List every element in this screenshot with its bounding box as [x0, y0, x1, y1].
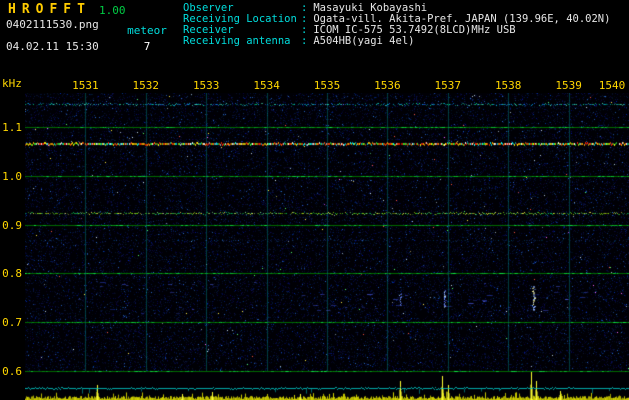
spectrogram-canvas [25, 93, 629, 400]
meteor-counter: meteor 7 [124, 24, 170, 53]
info-separator: : [301, 35, 308, 47]
meteor-mode-label: meteor [127, 24, 167, 37]
x-tick-label: 1531 [72, 79, 99, 92]
x-tick-label: 1540 [598, 79, 626, 92]
x-tick-label: 1532 [132, 79, 160, 92]
x-tick-label: 1538 [494, 79, 522, 92]
x-tick-label: 1535 [313, 79, 341, 92]
x-tick-label: 1536 [374, 79, 401, 92]
info-row-antenna: Receiving antenna: A504HB(yagi 4el) [183, 36, 610, 47]
x-tick-label: 1534 [253, 79, 280, 92]
info-label: Receiving antenna [183, 35, 291, 47]
hrofft-output-window: HROFFT 1.00 0402111530.png 04.02.11 15:3… [0, 0, 629, 400]
x-tick-label: 1533 [192, 79, 220, 92]
y-axis-unit-label: kHz [2, 77, 22, 90]
y-tick-label: 0.6 [2, 365, 22, 378]
y-tick-label: 1.1 [2, 121, 22, 134]
app-title: HROFFT [8, 2, 91, 17]
meteor-count-value: 7 [143, 40, 151, 53]
y-tick-label: 0.7 [2, 316, 22, 330]
record-datetime: 04.02.11 15:30 [6, 40, 99, 53]
x-tick-label: 1539 [555, 79, 582, 92]
observer-info-block: Observer: Masayuki Kobayashi Receiving Lo… [183, 3, 610, 47]
y-tick-label: 1.0 [2, 169, 22, 183]
info-value: A504HB(yagi 4el) [313, 35, 415, 47]
output-filename: 0402111530.png [6, 18, 99, 31]
y-tick-label: 0.8 [2, 267, 22, 281]
app-version: 1.00 [99, 4, 126, 17]
y-tick-label: 0.9 [2, 218, 22, 232]
x-tick-label: 1537 [434, 79, 462, 92]
